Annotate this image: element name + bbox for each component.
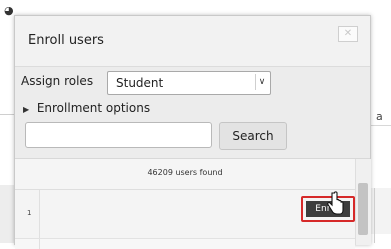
close-button[interactable]: ✕ xyxy=(338,26,358,42)
table-row: 1 Enroll xyxy=(15,190,355,239)
assign-roles-select[interactable]: Student ∨ xyxy=(107,71,271,95)
users-found-count: 46209 users found xyxy=(147,168,223,177)
search-input[interactable] xyxy=(25,122,212,148)
background-page-right: a xyxy=(368,100,391,243)
dialog-title: Enroll users xyxy=(28,33,104,48)
enroll-users-dialog: Enroll users ✕ Assign roles Student ∨ ▶ … xyxy=(14,15,371,249)
background-divider xyxy=(368,125,391,126)
background-text-fragment: a xyxy=(376,110,383,123)
dialog-body: Assign roles Student ∨ ▶ Enrollment opti… xyxy=(15,67,371,249)
chevron-down-icon: ∨ xyxy=(255,74,268,90)
row-index: 1 xyxy=(27,209,32,217)
row-index-cell xyxy=(15,239,40,249)
row-index-cell: 1 xyxy=(15,190,40,238)
results-panel: 46209 users found 1 Enroll xyxy=(15,158,371,249)
enrollment-options-toggle[interactable]: ▶ Enrollment options xyxy=(23,101,150,115)
enrollment-options-label: Enrollment options xyxy=(36,101,151,115)
background-divider xyxy=(0,114,14,115)
assign-roles-selected-value: Student xyxy=(116,76,164,90)
close-icon: ✕ xyxy=(343,28,353,39)
background-row-shade xyxy=(368,188,391,234)
background-row-shade xyxy=(0,185,14,243)
results-header: 46209 users found xyxy=(15,159,355,190)
search-button[interactable]: Search xyxy=(219,122,287,150)
assign-roles-label: Assign roles xyxy=(21,74,94,88)
expand-triangle-icon: ▶ xyxy=(23,105,30,114)
background-divider xyxy=(374,188,375,243)
background-icon: ◕ xyxy=(4,4,14,17)
scrollbar-thumb[interactable] xyxy=(358,183,368,235)
hand-cursor-icon xyxy=(327,191,344,215)
table-row xyxy=(15,239,355,249)
dialog-header: Enroll users ✕ xyxy=(15,16,370,67)
results-scrollbar[interactable] xyxy=(355,159,371,245)
